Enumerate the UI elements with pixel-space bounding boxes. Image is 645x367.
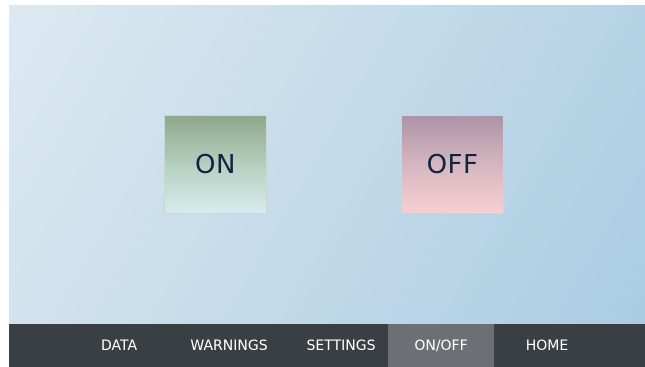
bottom-nav-bar: DATA WARNINGS SETTINGS ON/OFF HOME	[9, 324, 645, 367]
nav-item-warnings[interactable]: WARNINGS	[179, 324, 279, 367]
nav-item-label: DATA	[100, 337, 138, 354]
on-button-label: ON	[195, 149, 236, 180]
nav-item-data[interactable]: DATA	[81, 324, 157, 367]
nav-item-label: SETTINGS	[306, 337, 376, 354]
nav-item-label: HOME	[525, 337, 569, 354]
hmi-screen: ON OFF DATA WARNINGS SETTINGS ON/OFF HOM…	[9, 5, 645, 367]
off-button[interactable]: OFF	[401, 115, 504, 214]
nav-item-label: WARNINGS	[190, 337, 268, 354]
nav-item-label: ON/OFF	[414, 337, 468, 354]
nav-item-settings[interactable]: SETTINGS	[293, 324, 389, 367]
nav-item-onoff[interactable]: ON/OFF	[388, 324, 494, 367]
off-button-label: OFF	[426, 149, 479, 180]
onoff-panel: ON OFF	[9, 5, 645, 324]
on-button[interactable]: ON	[164, 115, 267, 214]
nav-item-home[interactable]: HOME	[499, 324, 595, 367]
